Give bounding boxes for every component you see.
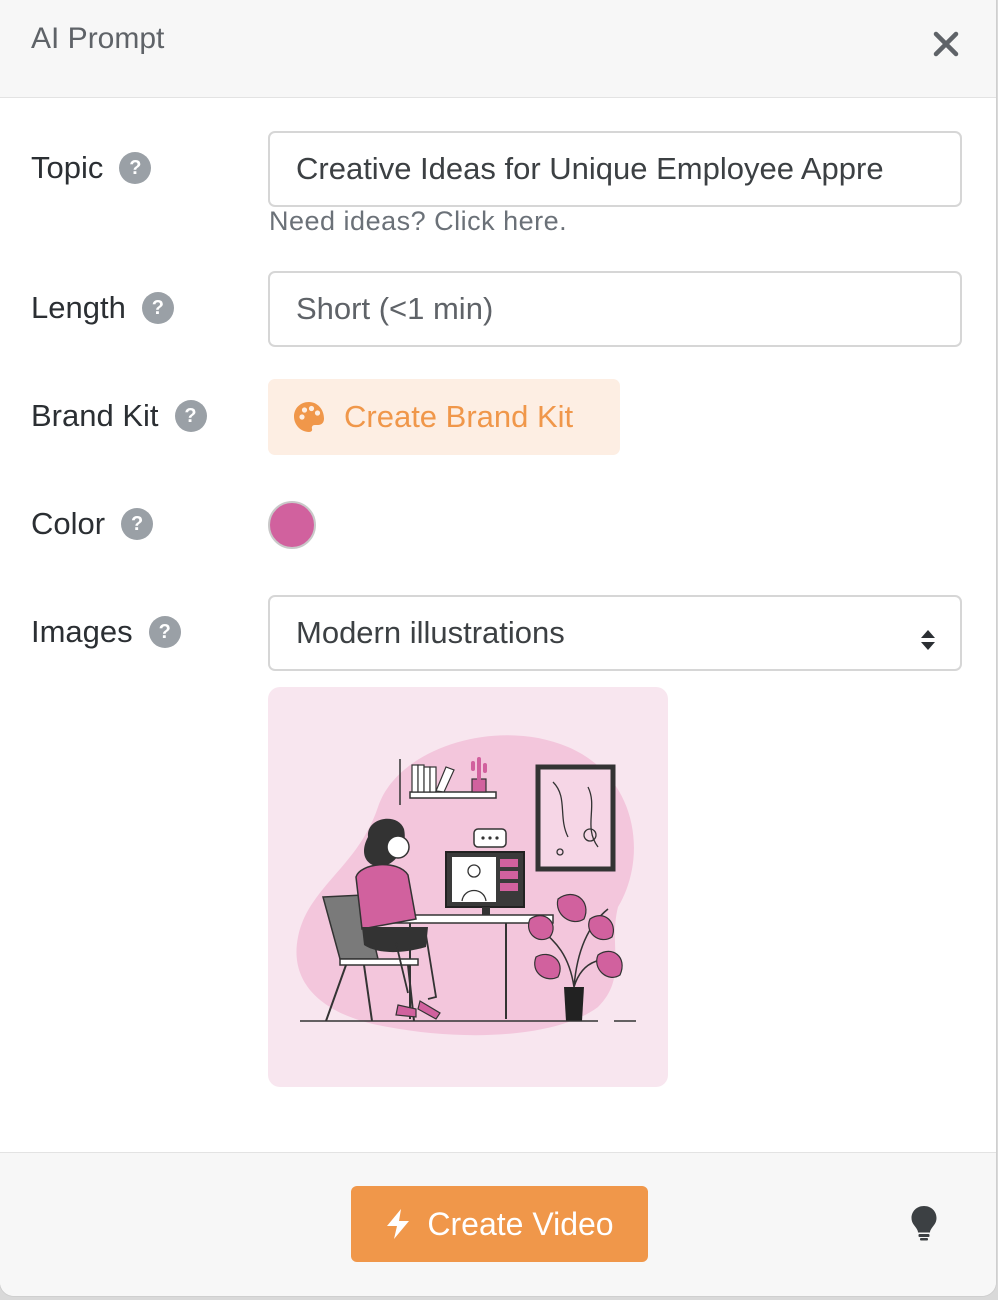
topic-input[interactable]: Creative Ideas for Unique Employee Appre — [268, 131, 962, 207]
color-row-label: Color ? — [31, 506, 154, 542]
illustration-preview[interactable] — [268, 687, 668, 1087]
length-help-icon[interactable]: ? — [141, 292, 174, 324]
images-select[interactable]: Modern illustrations — [268, 595, 962, 671]
images-selected-value: Modern illustrations — [296, 615, 565, 650]
create-brand-kit-button[interactable]: Create Brand Kit — [268, 379, 620, 455]
ai-prompt-modal: AI Prompt Topic ? Creative Ideas for Uni… — [0, 0, 996, 1296]
topic-ideas-link[interactable]: Need ideas? Click here. — [269, 206, 567, 237]
close-icon — [933, 31, 959, 57]
modal-footer: Create Video — [0, 1152, 996, 1296]
color-swatch[interactable] — [268, 501, 316, 549]
palette-icon — [292, 400, 326, 434]
create-brand-kit-label: Create Brand Kit — [344, 399, 574, 434]
select-arrows-icon — [920, 623, 936, 659]
close-button[interactable] — [928, 28, 964, 60]
length-row-label: Length ? — [31, 290, 174, 326]
modal-header: AI Prompt — [0, 0, 996, 98]
topic-label: Topic — [31, 150, 104, 185]
topic-help-icon[interactable]: ? — [119, 152, 152, 184]
images-label: Images — [31, 614, 133, 649]
color-label: Color — [31, 506, 106, 541]
color-help-icon[interactable]: ? — [121, 508, 154, 540]
length-label: Length — [31, 290, 126, 325]
illustration-image — [296, 735, 636, 1036]
modal-title: AI Prompt — [31, 22, 165, 55]
lightbulb-icon[interactable] — [906, 1203, 942, 1243]
brand-kit-label: Brand Kit — [31, 398, 159, 433]
brand-kit-row-label: Brand Kit ? — [31, 398, 207, 434]
create-video-button[interactable]: Create Video — [351, 1186, 648, 1262]
topic-row-label: Topic ? — [31, 150, 152, 186]
images-row-label: Images ? — [31, 614, 181, 650]
images-help-icon[interactable]: ? — [148, 616, 181, 648]
bolt-icon — [385, 1208, 411, 1240]
length-select[interactable]: Short (<1 min) — [268, 271, 962, 347]
create-video-label: Create Video — [427, 1205, 614, 1242]
brand-kit-help-icon[interactable]: ? — [174, 400, 207, 432]
